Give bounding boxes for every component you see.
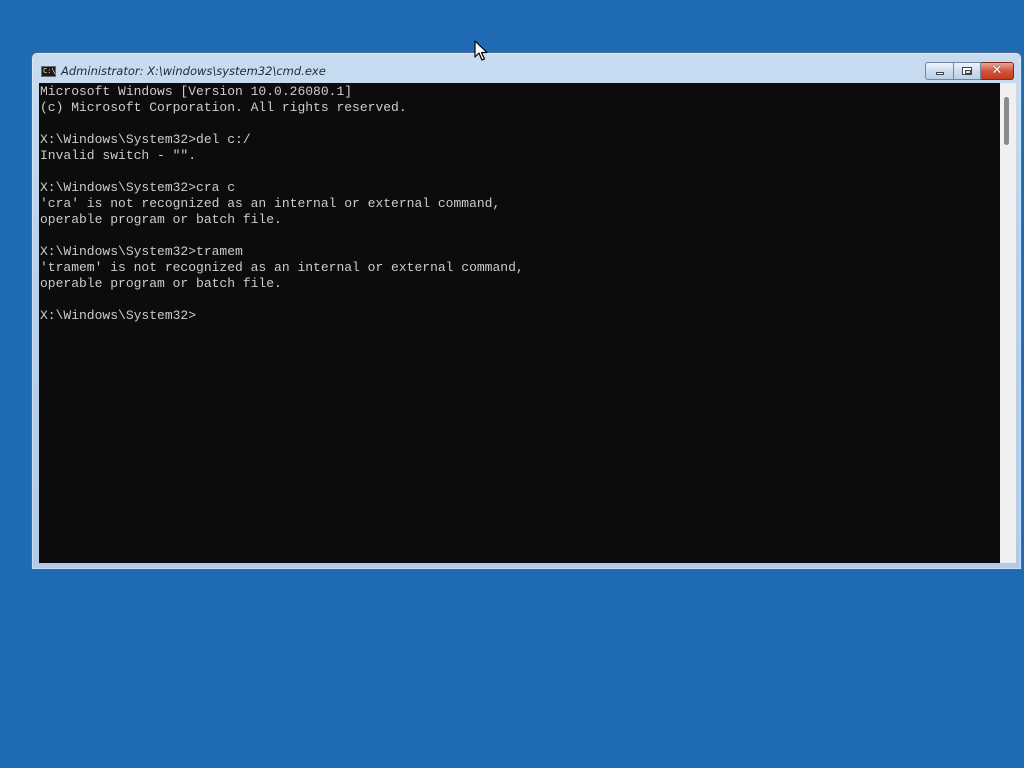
- console-line: operable program or batch file.: [40, 212, 282, 227]
- console-line: 'cra' is not recognized as an internal o…: [40, 196, 501, 211]
- close-button[interactable]: ✕: [981, 62, 1014, 80]
- console-output[interactable]: Microsoft Windows [Version 10.0.26080.1]…: [39, 83, 1000, 563]
- console-line: X:\Windows\System32>cra c: [40, 180, 236, 195]
- console-line: X:\Windows\System32>: [40, 308, 197, 323]
- minimize-button[interactable]: [925, 62, 954, 80]
- maximize-button[interactable]: [954, 62, 981, 80]
- cmd-icon[interactable]: C:\: [41, 66, 56, 77]
- minimize-icon: [936, 72, 944, 75]
- title-bar[interactable]: C:\ Administrator: X:\windows\system32\c…: [32, 53, 1021, 83]
- desktop-background: C:\ Administrator: X:\windows\system32\c…: [0, 0, 1024, 768]
- caption-buttons: ✕: [925, 62, 1014, 80]
- console-line: 'tramem' is not recognized as an interna…: [40, 260, 524, 275]
- cmd-window[interactable]: C:\ Administrator: X:\windows\system32\c…: [31, 52, 1022, 570]
- cmd-icon-label: C:\: [43, 67, 56, 75]
- close-icon: ✕: [991, 63, 1003, 78]
- vertical-scrollbar[interactable]: [1000, 83, 1016, 563]
- scrollbar-thumb[interactable]: [1004, 97, 1009, 145]
- console-line: Microsoft Windows [Version 10.0.26080.1]: [40, 84, 353, 99]
- console-line: operable program or batch file.: [40, 276, 282, 291]
- mouse-cursor-icon: [474, 40, 488, 61]
- console-line: Invalid switch - "".: [40, 148, 197, 163]
- maximize-icon: [962, 67, 972, 75]
- console-line: X:\Windows\System32>tramem: [40, 244, 243, 259]
- console-text: Microsoft Windows [Version 10.0.26080.1]…: [39, 83, 1000, 324]
- console-line: X:\Windows\System32>del c:/: [40, 132, 251, 147]
- console-line: (c) Microsoft Corporation. All rights re…: [40, 100, 407, 115]
- window-title: Administrator: X:\windows\system32\cmd.e…: [61, 64, 326, 78]
